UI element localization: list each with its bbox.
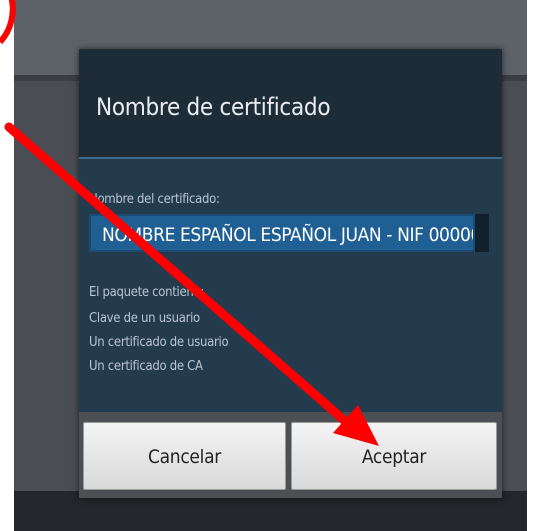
dialog-header: Nombre de certificado xyxy=(79,49,502,157)
android-screen: Nombre de certificado Nombre del certifi… xyxy=(14,0,527,531)
header-divider xyxy=(79,157,502,159)
accept-button[interactable]: Aceptar xyxy=(291,422,497,490)
package-item: Clave de un usuario xyxy=(89,311,200,326)
red-circle-annotation xyxy=(0,0,16,45)
package-item: Un certificado de CA xyxy=(89,359,203,374)
certificate-name-label: Nombre del certificado: xyxy=(89,192,220,207)
input-scroll-end xyxy=(475,214,489,252)
certificate-name-dialog: Nombre de certificado Nombre del certifi… xyxy=(79,49,502,498)
package-contents-label: El paquete contiene: xyxy=(89,285,205,300)
package-item: Un certificado de usuario xyxy=(89,335,229,350)
cancel-button[interactable]: Cancelar xyxy=(83,422,286,490)
dialog-title: Nombre de certificado xyxy=(96,93,331,121)
certificate-name-input[interactable]: NOMBRE ESPAÑOL ESPAÑOL JUAN - NIF 000000… xyxy=(89,214,475,252)
